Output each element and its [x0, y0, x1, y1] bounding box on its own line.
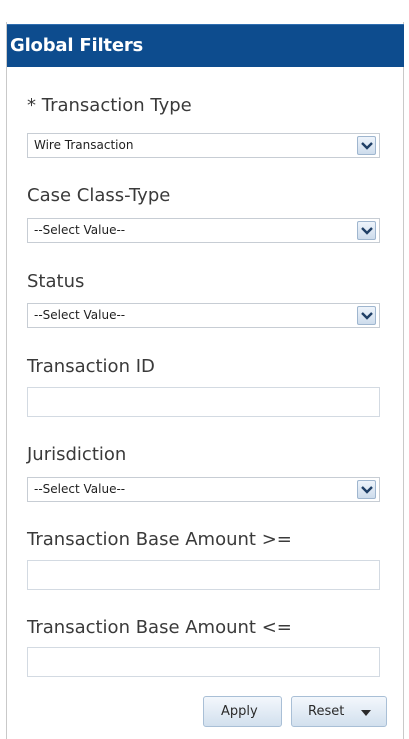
status-label: Status — [27, 271, 85, 292]
transaction-id-input[interactable] — [27, 387, 380, 417]
amount-max-input[interactable] — [27, 647, 380, 677]
amount-max-label: Transaction Base Amount <= — [27, 617, 292, 638]
caret-down-icon — [361, 710, 371, 716]
status-value: --Select Value-- — [34, 308, 126, 322]
transaction-type-select[interactable]: Wire Transaction — [27, 133, 380, 158]
reset-button[interactable]: Reset — [291, 696, 387, 727]
transaction-type-value: Wire Transaction — [34, 138, 134, 152]
reset-button-label: Reset — [308, 704, 345, 719]
case-class-type-label: Case Class-Type — [27, 185, 171, 206]
chevron-down-icon[interactable] — [357, 480, 376, 499]
jurisdiction-label: Jurisdiction — [27, 444, 127, 465]
transaction-type-label: * Transaction Type — [27, 95, 192, 116]
chevron-down-icon[interactable] — [357, 136, 376, 155]
chevron-down-icon[interactable] — [357, 306, 376, 325]
panel-header: Global Filters — [7, 24, 404, 67]
jurisdiction-select[interactable]: --Select Value-- — [27, 477, 380, 502]
jurisdiction-value: --Select Value-- — [34, 482, 126, 496]
case-class-type-value: --Select Value-- — [34, 223, 126, 237]
panel-title: Global Filters — [10, 35, 144, 56]
amount-min-input[interactable] — [27, 560, 380, 590]
transaction-id-label: Transaction ID — [27, 356, 155, 377]
chevron-down-icon[interactable] — [357, 221, 376, 240]
apply-button[interactable]: Apply — [203, 696, 282, 727]
case-class-type-select[interactable]: --Select Value-- — [27, 218, 380, 243]
amount-min-label: Transaction Base Amount >= — [27, 529, 292, 550]
apply-button-label: Apply — [221, 704, 258, 719]
status-select[interactable]: --Select Value-- — [27, 303, 380, 328]
